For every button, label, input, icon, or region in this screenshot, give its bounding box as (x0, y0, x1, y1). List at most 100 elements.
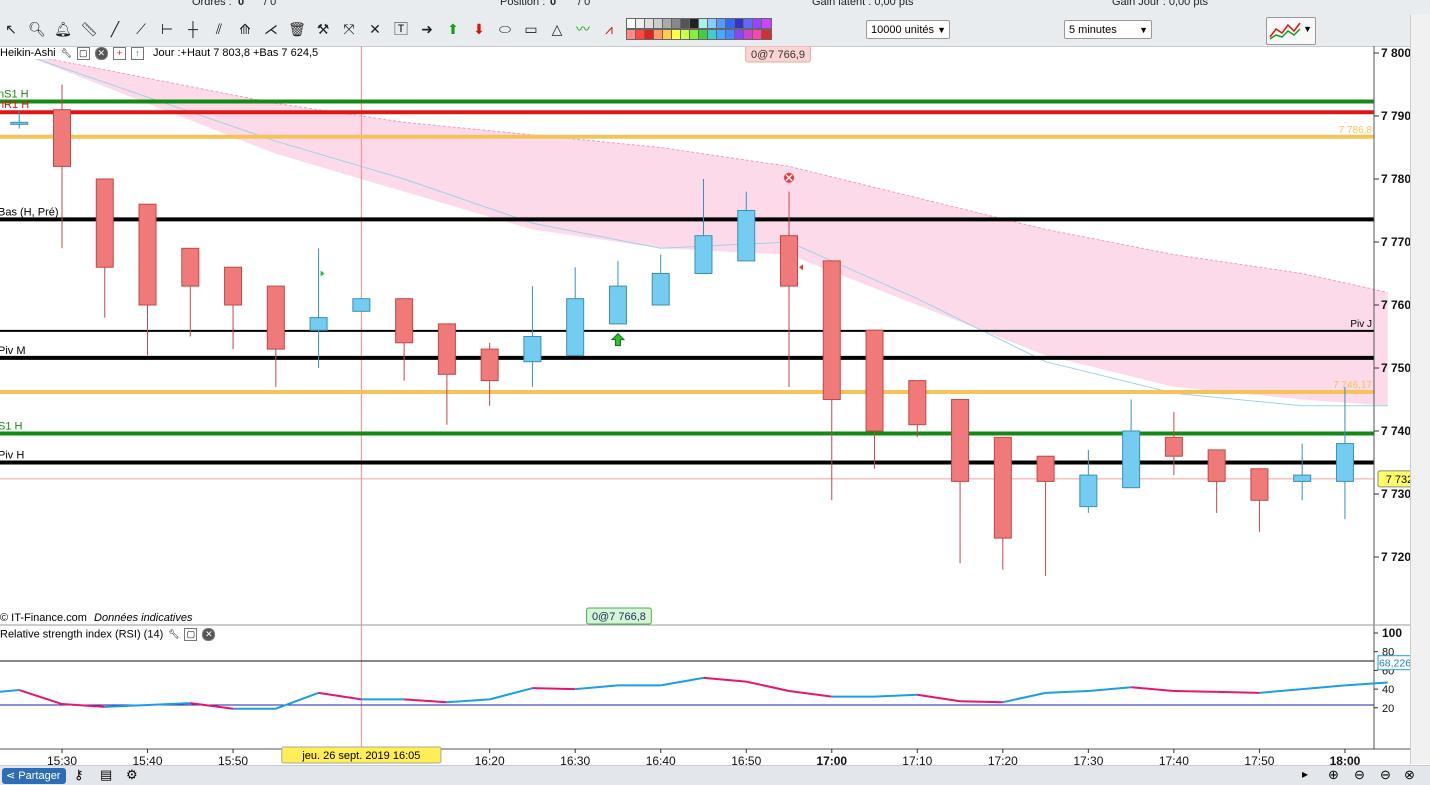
candle (95, 178, 114, 318)
candle-body (1293, 474, 1312, 482)
arrow-up-icon[interactable]: ↑ (130, 47, 144, 60)
rsi-line-segment (917, 693, 961, 703)
arrow-right-icon[interactable]: ➜ (418, 20, 436, 38)
y-tick-label: 7 740 (1381, 424, 1410, 438)
triangle-tool-icon[interactable]: △ (548, 20, 566, 38)
candle-body (1122, 430, 1141, 489)
rsi-line-segment (275, 691, 319, 710)
zoom-out-icon[interactable]: ⊖ (1354, 767, 1365, 783)
wave-red-icon[interactable]: ⩘ (600, 20, 618, 38)
cursor-icon[interactable]: ↖ (2, 20, 20, 38)
cross-arrows-icon[interactable]: ⤧ (340, 20, 358, 38)
color-palette[interactable] (626, 18, 776, 42)
ray-tool-icon[interactable]: ⟋ (132, 20, 150, 38)
rectangle-tool-icon[interactable]: ▭ (522, 20, 540, 38)
candle (181, 247, 200, 337)
candle (1207, 449, 1226, 513)
alert-bell-icon[interactable]: 🔔︎ (54, 20, 72, 38)
line-tool-icon[interactable]: ╱ (106, 20, 124, 38)
candle-body (780, 235, 799, 287)
add-red-icon[interactable]: + (112, 47, 126, 60)
rsi-y-tick-label: 100 (1382, 626, 1402, 640)
candle (523, 286, 542, 387)
candle (1164, 412, 1183, 476)
key-icon[interactable]: ⚷ (74, 767, 84, 783)
candle-body (266, 285, 285, 350)
candle-body (1250, 468, 1269, 501)
candle-body (437, 323, 456, 375)
candle (908, 380, 927, 438)
channel-icon[interactable]: ⫽ (210, 20, 228, 38)
candle (224, 266, 243, 350)
scroll-right-icon[interactable]: ▸ (1302, 767, 1308, 781)
candle (437, 323, 456, 425)
ellipse-tool-icon[interactable]: ⬭ (496, 20, 514, 38)
expand-icon[interactable]: ⊗ (1404, 767, 1415, 783)
maximize-icon[interactable]: ▢ (76, 47, 90, 60)
save-icon[interactable]: ▤ (100, 767, 112, 783)
candle (53, 84, 71, 249)
candle (951, 399, 970, 564)
candle-body (138, 203, 157, 306)
candle-body (480, 348, 499, 382)
settings-icon[interactable]: ⚙ (126, 767, 138, 783)
rsi-line-segment (61, 703, 105, 708)
toolbar: Ordres : 0 / 0 Position : 0 / 0 Gain lat… (0, 0, 1430, 47)
chart-area[interactable]: nS1 HnR1 H7 786,8Bas (H, Pré)Piv JPiv M7… (0, 46, 1410, 766)
vertical-line-icon[interactable]: ┼ (184, 20, 202, 38)
copyright: © IT-Finance.com (0, 612, 87, 624)
bottom-toolbar: ⋖ Partager ⚷ ▤ ⚙ ▸ ⊕ ⊖ ⊖ ⊗ (0, 765, 1430, 785)
data-note: Données indicatives (94, 612, 193, 624)
arrow-up-green-icon[interactable]: ⬆ (444, 20, 462, 38)
candle-body (694, 235, 713, 274)
current-price-badge-text: 7 732,4 (1386, 474, 1410, 486)
timeframe-select[interactable]: 5 minutes ▼ (1064, 20, 1152, 39)
y-tick-label: 7 720 (1381, 550, 1410, 564)
share-icon: ⋖ (6, 770, 16, 782)
candle-body (993, 436, 1012, 539)
rsi-line-segment (1259, 688, 1303, 694)
quantity-select[interactable]: 10000 unités ▼ (866, 20, 950, 39)
candle-body (651, 273, 670, 306)
wrench-icon[interactable]: 🔧︎ (168, 629, 179, 640)
trash-icon[interactable]: 🗑︎ (288, 20, 306, 38)
zoom-icon[interactable]: 🔍︎ (28, 20, 46, 38)
color-swatch[interactable] (761, 18, 772, 29)
timeframe-select-value: 5 minutes (1069, 24, 1117, 36)
candle (480, 342, 499, 406)
maximize-icon[interactable]: ▢ (184, 628, 198, 641)
color-swatch[interactable] (761, 29, 772, 40)
zoom-in-icon[interactable]: ⊕ (1328, 767, 1339, 783)
rsi-line-segment (318, 691, 362, 701)
candle (138, 203, 157, 356)
horizontal-line-icon[interactable]: ⊢ (158, 20, 176, 38)
rsi-line-segment (532, 687, 576, 691)
share-button[interactable]: ⋖ Partager (2, 768, 67, 784)
wrench-icon[interactable]: 🔧︎ (61, 48, 72, 59)
level-label: nR1 H (0, 99, 29, 111)
tools-icon[interactable]: ⚒ (314, 20, 332, 38)
ruler-icon[interactable]: 📏︎ (80, 20, 98, 38)
rsi-line-segment (1173, 689, 1217, 693)
candle-body (865, 329, 884, 432)
candle (1122, 399, 1141, 489)
wave-green-icon[interactable]: 〰 (574, 20, 592, 38)
candle-body (1079, 474, 1098, 508)
close-icon[interactable]: ✕ (94, 47, 108, 60)
level-label: Bas (H, Pré) (0, 206, 59, 218)
reset-zoom-icon[interactable]: ⊖ (1380, 767, 1391, 783)
fan-icon[interactable]: ⋌ (262, 20, 280, 38)
share-label: Partager (18, 770, 61, 782)
rsi-line-segment (1302, 684, 1346, 691)
text-tool-icon[interactable]: 🅃 (392, 20, 410, 38)
crossing-lines-icon[interactable]: ✕ (366, 20, 384, 38)
candle-body (1335, 443, 1354, 482)
rsi-line-segment (489, 687, 533, 701)
fibonacci-icon[interactable]: ⟰ (236, 20, 254, 38)
arrow-down-red-icon[interactable]: ⬇ (470, 20, 488, 38)
rsi-line-segment (1088, 686, 1132, 692)
level-label: S1 H (0, 421, 23, 433)
close-icon[interactable]: ✕ (202, 628, 216, 641)
vertical-scrollbar[interactable] (1410, 14, 1430, 764)
chart-template-button[interactable]: ▼ (1266, 17, 1316, 45)
